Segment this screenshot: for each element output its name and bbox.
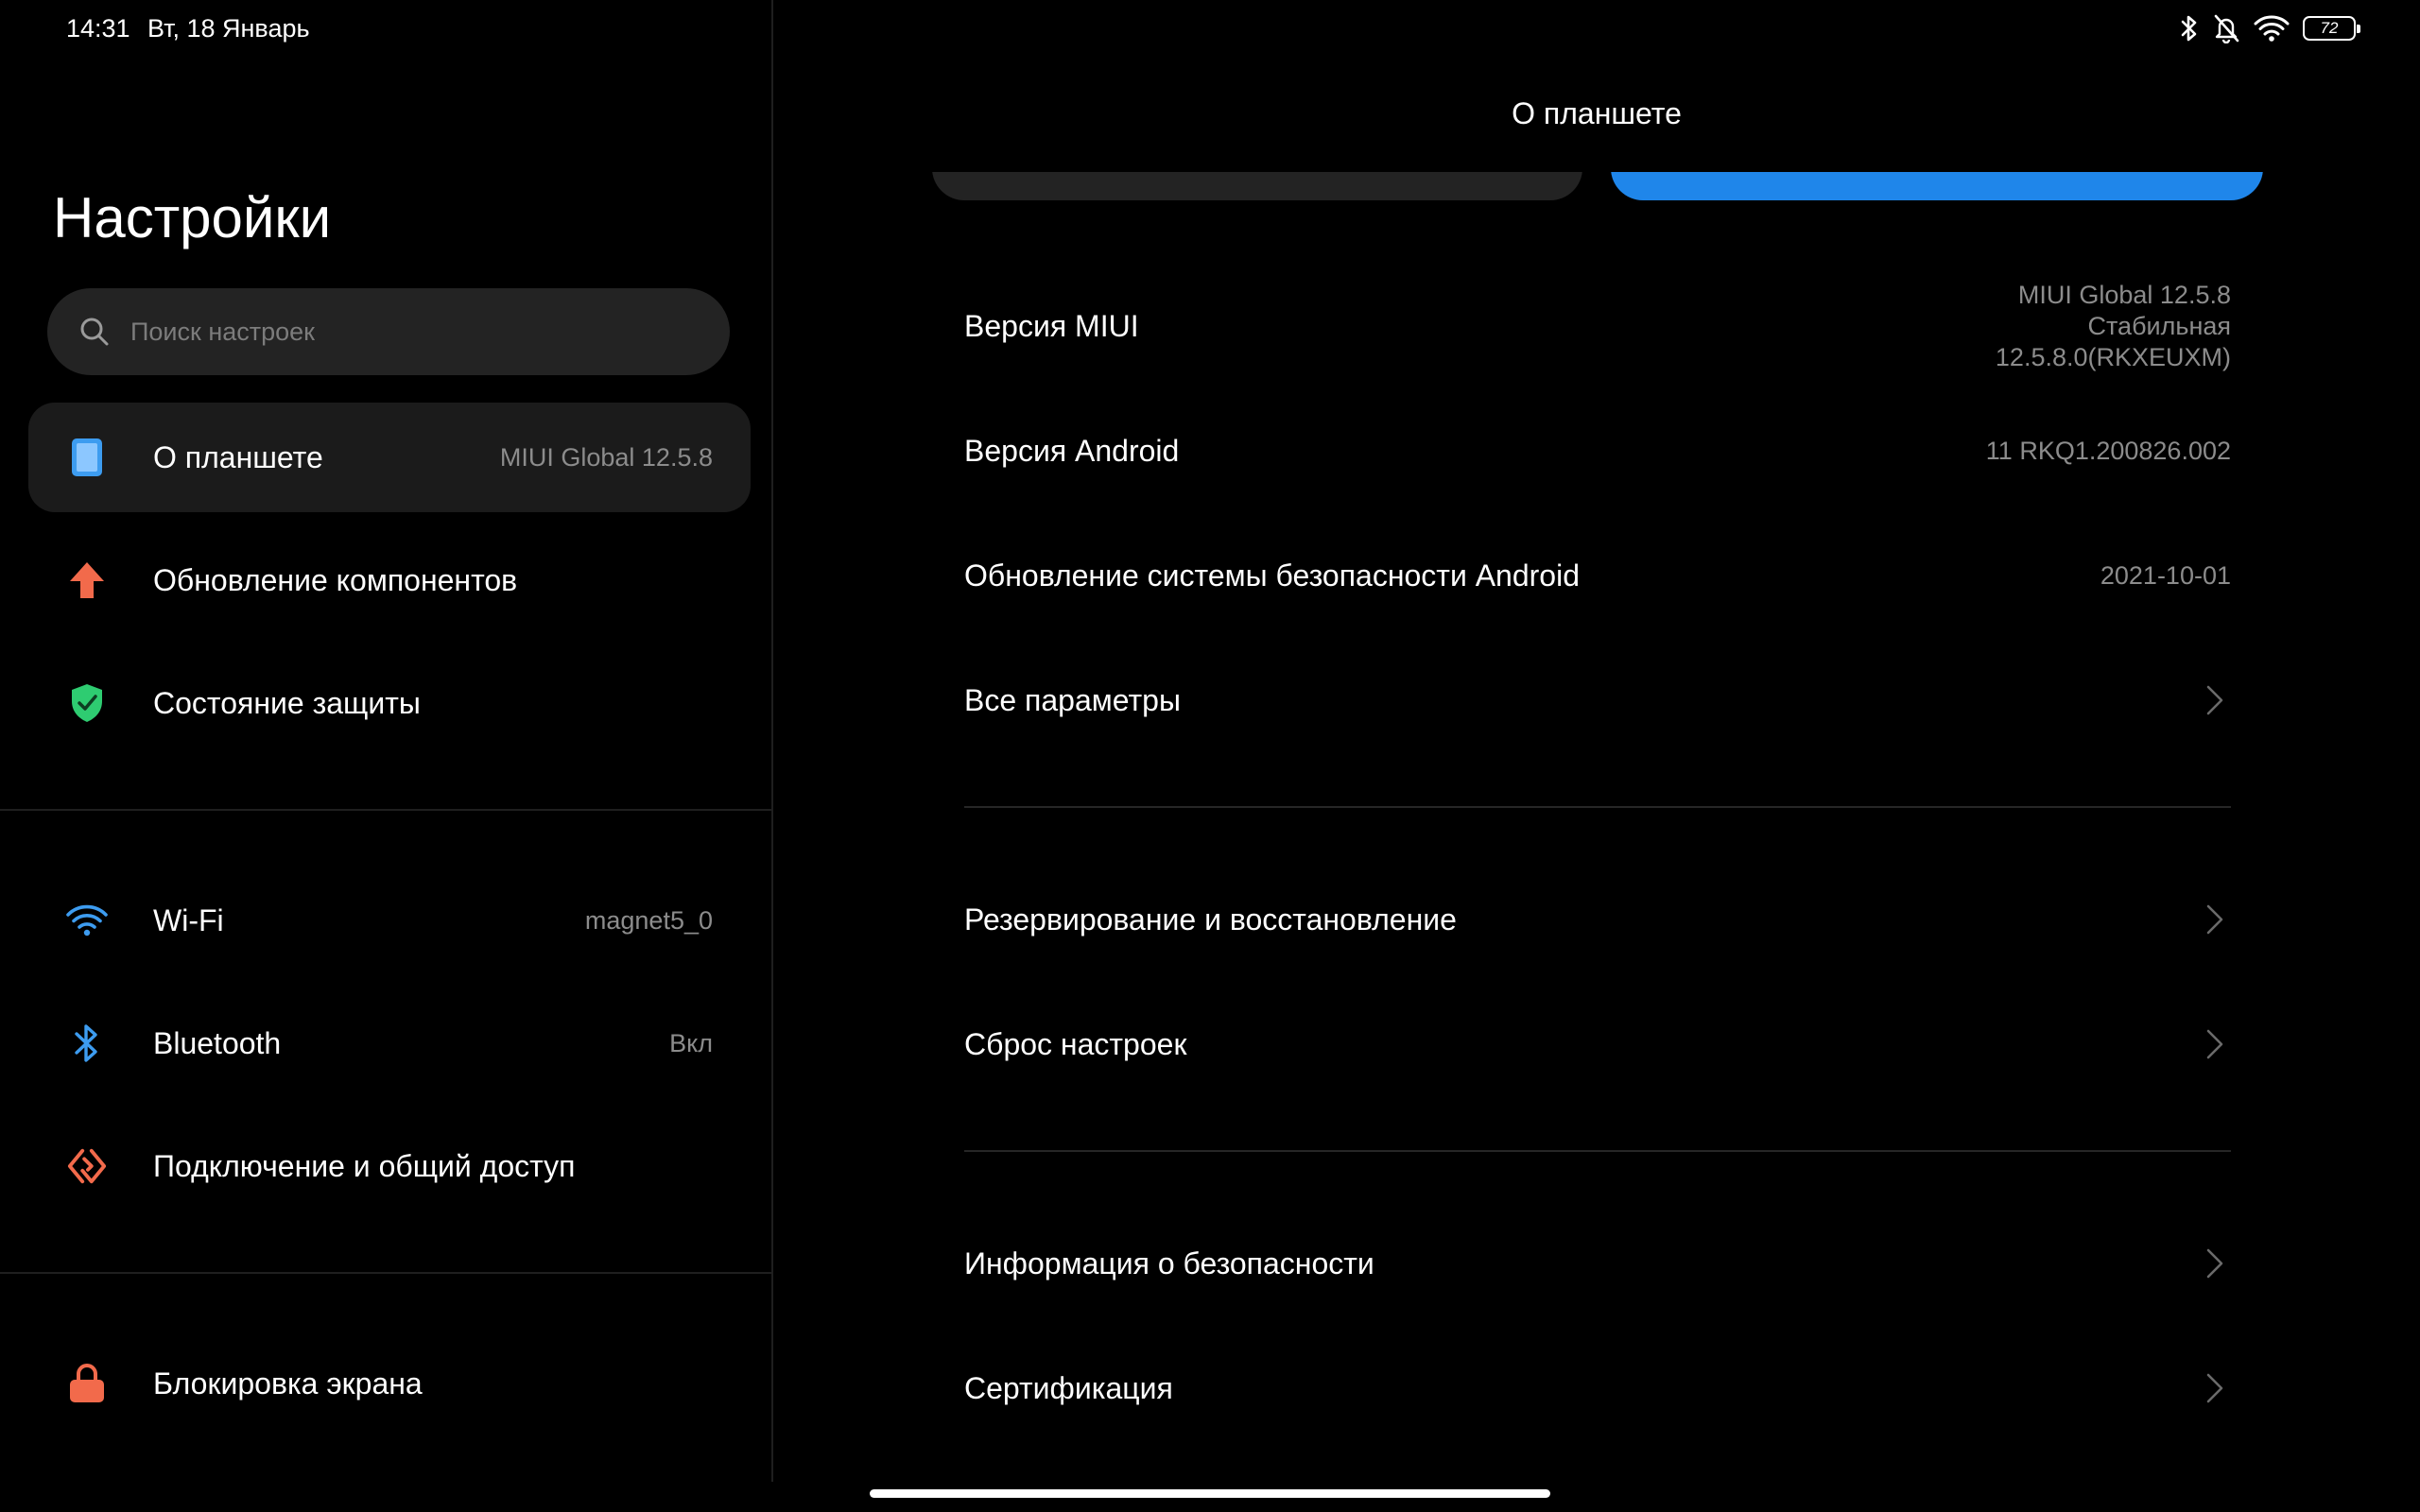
sidebar-item-wifi[interactable]: Wi-Fi magnet5_0 (28, 866, 751, 975)
row-label: Обновление системы безопасности Android (964, 558, 1580, 593)
row-value-line: MIUI Global 12.5.8 (2017, 280, 2231, 309)
row-miui-version[interactable]: Версия MIUI MIUI Global 12.5.8 Стабильна… (964, 274, 2231, 378)
wifi-icon (2254, 15, 2290, 42)
sidebar-item-protection-status[interactable]: Состояние защиты (28, 648, 751, 758)
shield-check-icon (66, 682, 108, 724)
sidebar-item-value: magnet5_0 (584, 905, 713, 935)
sidebar-item-label: Wi-Fi (153, 902, 224, 937)
bell-off-icon (2214, 14, 2239, 43)
detail-title: О планшете (1512, 96, 1682, 130)
sidebar-item-label: Обновление компонентов (153, 562, 518, 597)
sidebar-item-label: Bluetooth (153, 1025, 282, 1060)
row-label: Резервирование и восстановление (964, 902, 1457, 936)
row-label: Информация о безопасности (964, 1246, 1374, 1280)
sidebar-item-value: MIUI Global 12.5.8 (499, 442, 713, 472)
row-label: Версия MIUI (964, 308, 1139, 343)
page-title: Настройки (53, 186, 332, 249)
sidebar-item-label: О планшете (153, 439, 323, 474)
row-value: MIUI Global 12.5.8 Стабильная 12.5.8.0(R… (1996, 280, 2231, 373)
chevron-right-icon (2206, 1029, 2223, 1059)
bluetooth-icon (66, 1022, 108, 1064)
chevron-right-icon (2206, 1373, 2223, 1403)
home-indicator[interactable] (870, 1489, 1550, 1498)
sidebar-item-connection-sharing[interactable]: Подключение и общий доступ (28, 1111, 751, 1221)
battery-icon: 72 (2303, 16, 2360, 41)
lock-icon (66, 1363, 108, 1404)
wifi-icon (66, 900, 108, 941)
sidebar-item-component-updates[interactable]: Обновление компонентов (28, 525, 751, 635)
row-security-patch[interactable]: Обновление системы безопасности Android … (964, 533, 2231, 618)
row-safety-info[interactable]: Информация о безопасности (964, 1221, 2231, 1306)
row-label: Сброс настроек (964, 1026, 1187, 1061)
row-value-line: Стабильная (2087, 311, 2232, 340)
row-all-specs[interactable]: Все параметры (964, 658, 2231, 743)
row-label: Сертификация (964, 1370, 1173, 1405)
row-android-version[interactable]: Версия Android 11 RKQ1.200826.002 (964, 408, 2231, 493)
sidebar-item-value: Вкл (669, 1028, 713, 1057)
chevron-right-icon (2206, 904, 2223, 935)
row-label: Версия Android (964, 433, 1180, 468)
search-icon (80, 318, 109, 346)
chevron-right-icon (2206, 1248, 2223, 1279)
row-value: 11 RKQ1.200826.002 (1985, 436, 2231, 465)
row-factory-reset[interactable]: Сброс настроек (964, 1002, 2231, 1087)
sidebar-divider (0, 809, 773, 811)
connection-share-icon (66, 1145, 108, 1187)
arrow-up-icon (66, 559, 108, 601)
sidebar-divider (0, 1272, 773, 1274)
row-certification[interactable]: Сертификация (964, 1346, 2231, 1431)
sidebar-item-label: Состояние защиты (153, 685, 421, 720)
search-bar[interactable] (47, 288, 730, 375)
status-icons: 72 (2180, 13, 2360, 43)
chevron-right-icon (2206, 685, 2223, 715)
settings-sidebar: Настройки О планшете MIUI Global 12.5.8 … (0, 0, 773, 1482)
row-backup-restore[interactable]: Резервирование и восстановление (964, 877, 2231, 962)
tablet-icon (66, 437, 108, 478)
sidebar-item-label: Блокировка экрана (153, 1366, 423, 1400)
search-input[interactable] (129, 316, 658, 348)
row-label: Все параметры (964, 682, 1181, 717)
row-value: 2021-10-01 (2100, 560, 2231, 590)
sidebar-item-screen-lock[interactable]: Блокировка экрана (28, 1329, 751, 1438)
bluetooth-icon (2181, 15, 2197, 42)
sidebar-item-about-tablet[interactable]: О планшете MIUI Global 12.5.8 (28, 403, 751, 512)
section-divider (964, 1150, 2231, 1152)
battery-level: 72 (2320, 19, 2339, 37)
header-background (775, 132, 2420, 172)
sidebar-item-label: Подключение и общий доступ (153, 1148, 576, 1183)
sidebar-item-bluetooth[interactable]: Bluetooth Вкл (28, 988, 751, 1098)
section-divider (964, 806, 2231, 808)
row-value-line: 12.5.8.0(RKXEUXM) (1995, 342, 2231, 371)
